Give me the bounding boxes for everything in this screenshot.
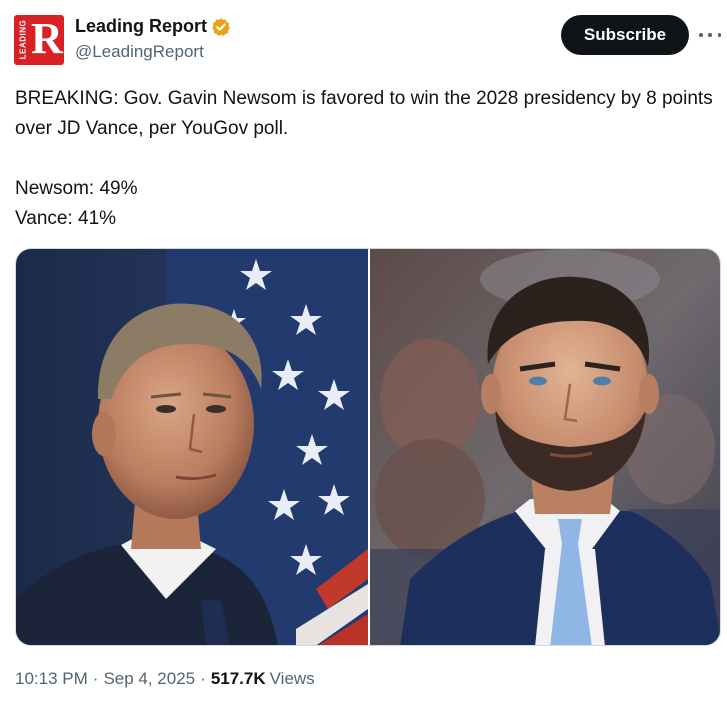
tweet: LEADING R Leading Report @LeadingReport … (0, 0, 727, 711)
photo-vance-graphic (370, 249, 720, 645)
tweet-meta: 10:13 PM · Sep 4, 2025 · 517.7K Views (15, 669, 315, 689)
views-count[interactable]: 517.7K (211, 669, 266, 689)
verified-badge-icon[interactable] (211, 17, 231, 37)
author-handle[interactable]: @LeadingReport (75, 42, 204, 62)
tweet-text-blank-line (15, 144, 715, 174)
avatar-letter: R (31, 15, 63, 63)
tweet-date[interactable]: Sep 4, 2025 (103, 669, 195, 689)
subscribe-button[interactable]: Subscribe (561, 15, 689, 55)
author-display-name[interactable]: Leading Report (75, 16, 207, 37)
author-name-row: Leading Report (75, 16, 231, 37)
photo-vance[interactable] (370, 249, 720, 645)
views-label[interactable]: Views (270, 669, 315, 689)
photo-newsom[interactable] (16, 249, 368, 645)
meta-separator: · (200, 669, 206, 688)
tweet-text-line: Vance: 41% (15, 208, 117, 229)
more-dot (717, 33, 721, 37)
meta-separator: · (92, 669, 99, 688)
tweet-text-line: Newsom: 49% (15, 178, 138, 199)
more-dot (708, 33, 712, 37)
avatar[interactable]: LEADING R (14, 15, 64, 65)
tweet-text: BREAKING: Gov. Gavin Newsom is favored t… (15, 84, 715, 234)
more-horizontal-icon[interactable] (699, 25, 721, 45)
photo-newsom-graphic (16, 249, 368, 645)
more-dot (699, 33, 703, 37)
tweet-time[interactable]: 10:13 PM (15, 669, 88, 689)
tweet-text-line: BREAKING: Gov. Gavin Newsom is favored t… (15, 88, 713, 139)
avatar-side-text: LEADING (18, 19, 28, 60)
tweet-media[interactable] (15, 248, 721, 646)
